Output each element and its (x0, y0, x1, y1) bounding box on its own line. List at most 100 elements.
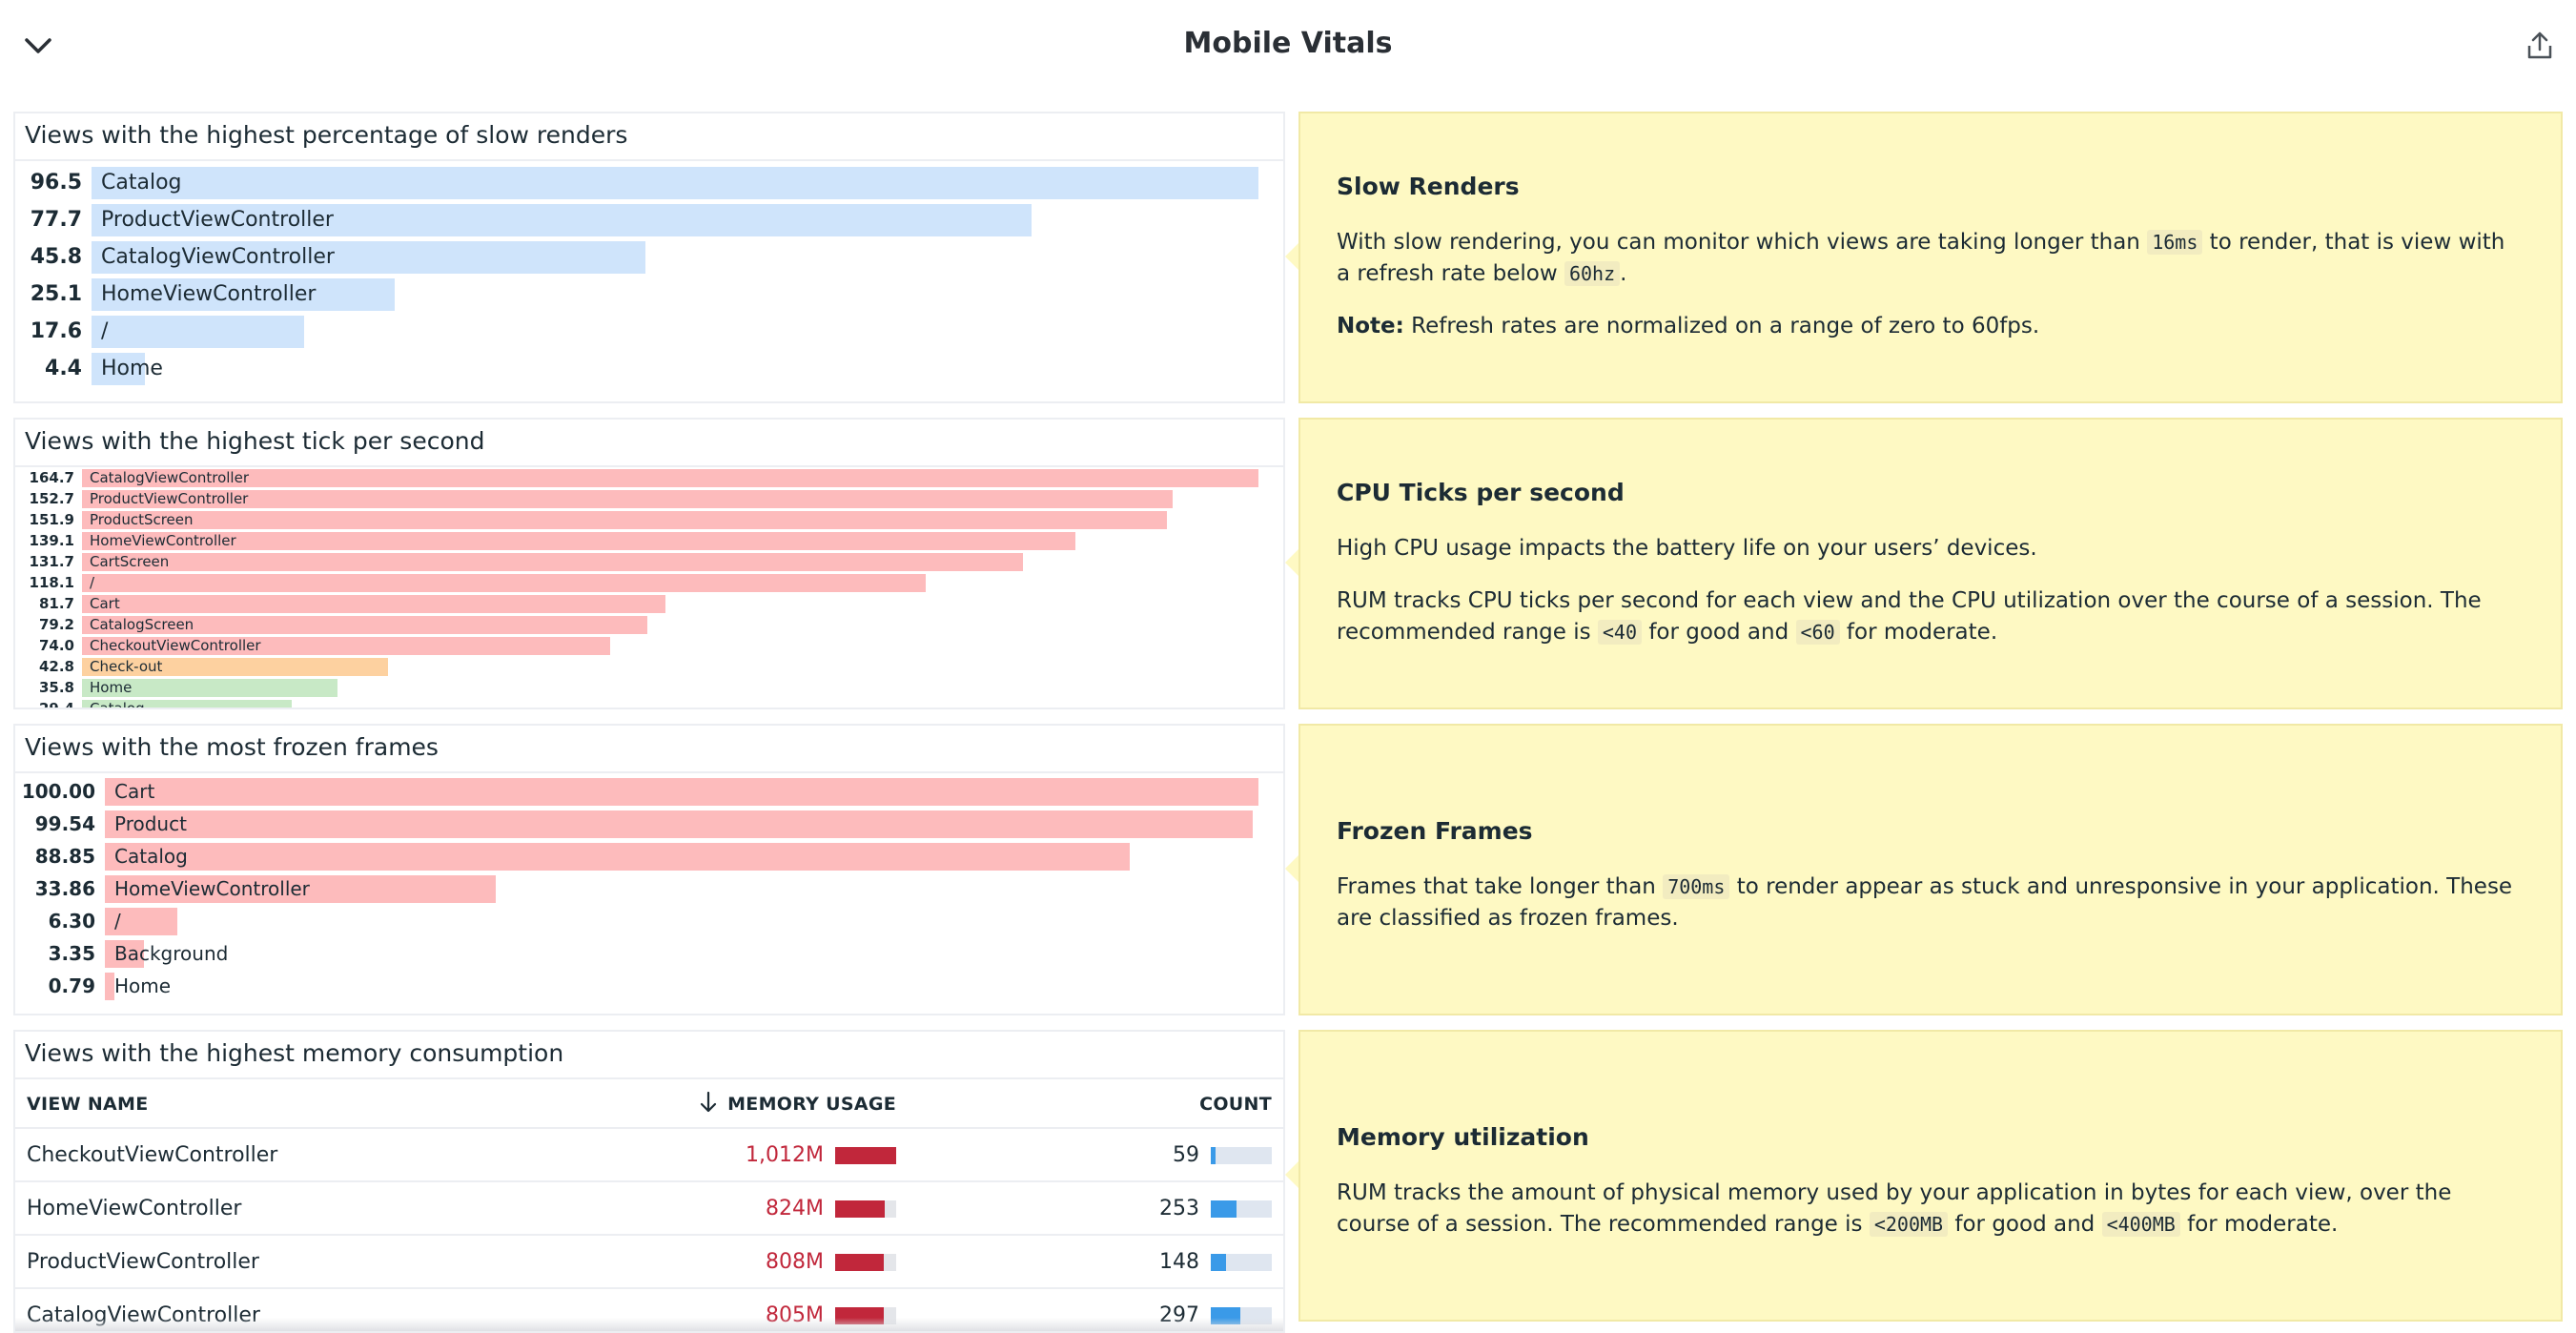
toplist-row[interactable]: 151.9 ProductScreen (15, 511, 1283, 532)
note-paragraph: RUM tracks the amount of physical memory… (1337, 1180, 2452, 1237)
toplist-label: Catalog (90, 700, 145, 708)
toplist-row[interactable]: 96.5 Catalog (15, 167, 1283, 204)
toplist-row[interactable]: 0.79 Home (15, 973, 1283, 1005)
toplist-bar (82, 595, 666, 613)
divider (15, 465, 1283, 467)
toplist-label: Home (101, 357, 163, 380)
toplist-value: 139.1 (29, 532, 74, 549)
toplist-row[interactable]: 42.8 Check-out (15, 658, 1283, 679)
note-paragraph: High CPU usage impacts the battery life … (1337, 536, 2037, 561)
toplist-label: CatalogViewController (90, 469, 249, 486)
slow-renders-note: Slow Renders With slow rendering, you ca… (1285, 112, 2563, 403)
count-value: 253 (1159, 1196, 1199, 1220)
toplist-row[interactable]: 139.1 HomeViewController (15, 532, 1283, 553)
toplist-row[interactable]: 4.4 Home (15, 353, 1283, 390)
note-paragraph: Note: Refresh rates are normalized on a … (1337, 314, 2040, 338)
toplist-row[interactable]: 99.54 Product (15, 810, 1283, 843)
toplist-row[interactable]: 131.7 CartScreen (15, 553, 1283, 574)
memory-value: 824M (766, 1196, 824, 1220)
memory-bar-fill (835, 1253, 885, 1271)
count-bar (1211, 1200, 1272, 1218)
toplist-value: 6.30 (48, 910, 95, 933)
toplist-value: 88.85 (34, 845, 95, 868)
toplist-row[interactable]: 6.30 / (15, 908, 1283, 940)
table-row[interactable]: ProductViewController 808M 148 (15, 1235, 1283, 1289)
sort-descending-icon (699, 1091, 718, 1118)
toplist-row[interactable]: 88.85 Catalog (15, 843, 1283, 875)
count-bar (1211, 1253, 1272, 1271)
toplist-label: Cart (114, 780, 155, 803)
code-snippet: 700ms (1663, 874, 1730, 899)
toplist-value: 131.7 (29, 553, 74, 570)
toplist-row[interactable]: 3.35 Background (15, 940, 1283, 973)
toplist-label: HomeViewController (114, 877, 310, 900)
widget-title: Views with the most frozen frames (25, 733, 439, 761)
toplist-row[interactable]: 81.7 Cart (15, 595, 1283, 616)
column-header-count[interactable]: COUNT (908, 1081, 1283, 1129)
widget-title: Views with the highest memory consumptio… (25, 1039, 564, 1067)
toplist-value: 99.54 (34, 812, 95, 835)
toplist-value: 100.00 (21, 780, 95, 803)
code-snippet: <60 (1795, 620, 1840, 645)
table-row[interactable]: CheckoutViewController 1,012M 59 (15, 1128, 1283, 1182)
view-name-cell: ProductViewController (15, 1235, 562, 1289)
count-value: 59 (1173, 1142, 1199, 1167)
memory-usage-cell: 808M (562, 1235, 908, 1289)
toplist-label: ProductViewController (90, 490, 249, 507)
toplist-row[interactable]: 29.4 Catalog (15, 700, 1283, 708)
memory-value: 1,012M (746, 1142, 824, 1167)
slow-renders-widget: Views with the highest percentage of slo… (13, 112, 1285, 403)
toplist-label: / (114, 910, 121, 933)
toplist-label: HomeViewController (101, 282, 317, 306)
count-cell: 253 (908, 1181, 1283, 1236)
toplist-bar (105, 810, 1254, 838)
toplist-label: Catalog (114, 845, 188, 868)
table-row[interactable]: HomeViewController 824M 253 (15, 1181, 1283, 1236)
toplist-value: 96.5 (30, 171, 82, 195)
cpu-ticks-note: CPU Ticks per second High CPU usage impa… (1285, 418, 2563, 709)
dashboard-header: Mobile Vitals (0, 0, 2576, 95)
toplist-value: 45.8 (30, 245, 82, 269)
code-snippet: 60hz (1564, 261, 1621, 286)
toplist-row[interactable]: 100.00 Cart (15, 778, 1283, 810)
count-value: 148 (1159, 1249, 1199, 1274)
count-cell: 59 (908, 1128, 1283, 1182)
frozen-frames-widget: Views with the most frozen frames 100.00… (13, 724, 1285, 1015)
toplist-row[interactable]: 79.2 CatalogScreen (15, 616, 1283, 637)
memory-utilization-note: Memory utilization RUM tracks the amount… (1285, 1030, 2563, 1322)
column-header-memory-usage[interactable]: MEMORY USAGE (562, 1081, 908, 1129)
memory-bar-fill (835, 1146, 896, 1164)
memory-usage-cell: 1,012M (562, 1128, 908, 1182)
toplist-label: Product (114, 812, 187, 835)
export-icon[interactable] (2525, 31, 2555, 61)
toplist-bar (82, 574, 926, 592)
toplist-bar (105, 778, 1258, 806)
memory-bar-fill (835, 1200, 885, 1218)
toplist-row[interactable]: 164.7 CatalogViewController (15, 469, 1283, 490)
toplist-row[interactable]: 74.0 CheckoutViewController (15, 637, 1283, 658)
toplist-bar (92, 316, 305, 348)
code-snippet: 16ms (2147, 230, 2203, 255)
memory-bar (835, 1200, 896, 1218)
slow-renders-toplist: 96.5 Catalog 77.7 ProductViewController 45.8… (15, 167, 1283, 401)
count-bar-fill (1211, 1200, 1237, 1218)
view-name-cell: CheckoutViewController (15, 1128, 562, 1182)
code-snippet: <40 (1597, 620, 1643, 645)
toplist-row[interactable]: 33.86 HomeViewController (15, 875, 1283, 908)
toplist-row[interactable]: 77.7 ProductViewController (15, 204, 1283, 241)
view-name: ProductViewController (27, 1249, 259, 1274)
scroll-fade (15, 1318, 1283, 1331)
toplist-row[interactable]: 17.6 / (15, 316, 1283, 353)
note-paragraph: Frames that take longer than 700ms to re… (1337, 874, 2513, 931)
toplist-value: 17.6 (30, 319, 82, 343)
note-pointer (1285, 1161, 1298, 1188)
toplist-row[interactable]: 35.8 Home (15, 679, 1283, 700)
widget-title: Views with the highest tick per second (25, 427, 485, 455)
toplist-label: / (90, 574, 95, 591)
column-header-view-name[interactable]: VIEW NAME (15, 1081, 562, 1129)
toplist-row[interactable]: 25.1 HomeViewController (15, 278, 1283, 316)
toplist-row[interactable]: 118.1 / (15, 574, 1283, 595)
note-heading: Frozen Frames (1337, 817, 1533, 845)
toplist-row[interactable]: 45.8 CatalogViewController (15, 241, 1283, 278)
toplist-row[interactable]: 152.7 ProductViewController (15, 490, 1283, 511)
